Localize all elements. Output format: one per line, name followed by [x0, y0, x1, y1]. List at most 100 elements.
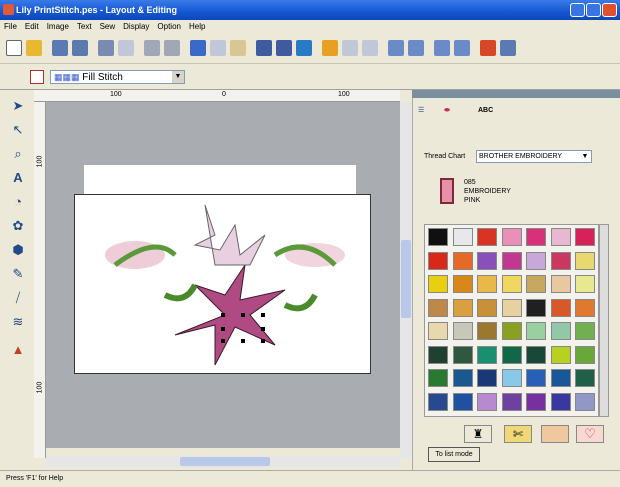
tab-sew-attributes[interactable]: ☰	[418, 104, 440, 118]
sew-setting-icon[interactable]	[434, 40, 450, 56]
color-swatch[interactable]	[526, 345, 546, 364]
menu-text[interactable]: Text	[73, 20, 96, 34]
design-center-icon[interactable]	[454, 40, 470, 56]
region-sew-icon[interactable]	[30, 70, 44, 84]
design-property-icon[interactable]	[388, 40, 404, 56]
text-tool-icon[interactable]	[342, 40, 358, 56]
thread-chart-select[interactable]: BROTHER EMBROIDERY ▼	[476, 150, 592, 163]
thread-spool-icon[interactable]: ♜	[464, 425, 492, 443]
menu-option[interactable]: Option	[153, 20, 185, 34]
color-swatch[interactable]	[526, 322, 546, 340]
scroll-thumb[interactable]	[180, 457, 270, 466]
color-swatch[interactable]	[477, 392, 497, 411]
color-swatch[interactable]	[550, 251, 571, 270]
color-swatch[interactable]	[575, 298, 595, 317]
pattern-icon[interactable]: ⬢	[8, 240, 28, 260]
point-edit-icon[interactable]: ↖	[8, 120, 28, 140]
list-mode-button[interactable]: To list mode	[428, 447, 480, 462]
copy-icon[interactable]	[210, 40, 226, 56]
brush-icon[interactable]: ✎	[8, 264, 28, 284]
color-swatch[interactable]	[452, 392, 473, 411]
color-swatch[interactable]	[575, 275, 595, 293]
color-swatch[interactable]	[428, 345, 448, 364]
color-swatch[interactable]	[477, 251, 497, 270]
color-swatch[interactable]	[501, 392, 522, 411]
color-swatch[interactable]	[575, 322, 595, 340]
color-swatch[interactable]	[452, 275, 473, 293]
cut-icon[interactable]	[190, 40, 206, 56]
stitch-type-select[interactable]: ▦▦▦ Fill Stitch	[50, 70, 185, 84]
horizontal-scrollbar[interactable]	[46, 456, 400, 467]
color-swatch[interactable]	[501, 345, 522, 364]
color-swatch[interactable]	[477, 369, 497, 387]
rotate-icon[interactable]	[296, 40, 312, 56]
small-text-icon[interactable]	[362, 40, 378, 56]
color-swatch[interactable]	[477, 275, 497, 293]
color-swatch[interactable]	[428, 275, 448, 293]
menu-file[interactable]: File	[0, 20, 21, 34]
color-swatch[interactable]	[550, 275, 571, 293]
color-swatch[interactable]	[550, 369, 571, 387]
menu-image[interactable]: Image	[43, 20, 73, 34]
save-icon[interactable]	[52, 40, 68, 56]
color-swatch[interactable]	[428, 251, 448, 270]
color-swatch[interactable]	[526, 275, 546, 293]
heart-icon[interactable]: ♡	[576, 425, 604, 443]
palette-scrollbar[interactable]	[599, 224, 609, 417]
color-swatch[interactable]	[501, 369, 522, 387]
maximize-button[interactable]	[586, 3, 601, 17]
color-swatch[interactable]	[550, 345, 571, 364]
magic-wand-icon[interactable]	[322, 40, 338, 56]
open-folder-icon[interactable]	[26, 40, 42, 56]
color-swatch[interactable]	[501, 251, 522, 270]
save-as-icon[interactable]	[72, 40, 88, 56]
scroll-thumb[interactable]	[401, 240, 411, 318]
color-swatch[interactable]	[575, 345, 595, 364]
color-swatch[interactable]	[575, 251, 595, 270]
color-swatch[interactable]	[452, 228, 473, 246]
color-swatch[interactable]	[526, 369, 546, 387]
color-swatch[interactable]	[550, 392, 571, 411]
color-swatch[interactable]	[501, 298, 522, 317]
tab-text[interactable]: ABC	[478, 104, 512, 118]
redo-icon[interactable]	[164, 40, 180, 56]
color-swatch[interactable]	[575, 369, 595, 387]
color-swatch[interactable]	[550, 298, 571, 317]
color-swatch[interactable]	[428, 298, 448, 317]
import-icon[interactable]	[98, 40, 114, 56]
new-file-icon[interactable]	[6, 40, 22, 56]
shape-icon[interactable]: ◔	[8, 192, 28, 212]
color-swatch[interactable]	[428, 322, 448, 340]
color-swatch[interactable]	[550, 322, 571, 340]
color-swatch[interactable]	[575, 392, 595, 411]
transfer-icon[interactable]	[256, 40, 272, 56]
menu-help[interactable]: Help	[185, 20, 209, 34]
color-swatch[interactable]	[428, 392, 448, 411]
color-swatch[interactable]	[526, 228, 546, 246]
color-swatch[interactable]	[526, 298, 546, 317]
color-swatch[interactable]	[452, 298, 473, 317]
vertical-scrollbar[interactable]	[400, 102, 412, 458]
color-swatch[interactable]	[477, 345, 497, 364]
print-icon[interactable]	[118, 40, 134, 56]
text-icon[interactable]: A	[8, 168, 28, 188]
color-swatch[interactable]	[477, 322, 497, 340]
layout-icon[interactable]	[408, 40, 424, 56]
color-swatch-icon[interactable]	[541, 425, 569, 443]
paste-icon[interactable]	[230, 40, 246, 56]
zoom-icon[interactable]: ⌕	[8, 144, 28, 164]
menu-edit[interactable]: Edit	[21, 20, 43, 34]
stitch-icon[interactable]: ≋	[8, 312, 28, 332]
color-swatch[interactable]	[452, 251, 473, 270]
color-swatch[interactable]	[428, 369, 448, 387]
write-card-icon[interactable]	[276, 40, 292, 56]
threads-icon[interactable]: ✄	[504, 425, 532, 443]
color-swatch[interactable]	[452, 322, 473, 340]
color-swatch[interactable]	[501, 228, 522, 246]
undo-icon[interactable]	[144, 40, 160, 56]
color-swatch[interactable]	[428, 228, 448, 246]
color-swatch[interactable]	[501, 322, 522, 340]
tab-color[interactable]: ⬬	[444, 104, 472, 118]
color-swatch[interactable]	[477, 298, 497, 317]
select-arrow-icon[interactable]: ➤	[8, 96, 28, 116]
